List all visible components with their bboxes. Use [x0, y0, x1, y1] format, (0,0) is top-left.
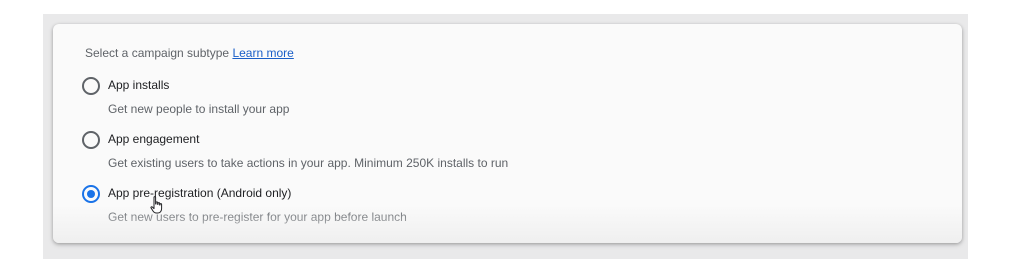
subtype-heading-text: Select a campaign subtype	[85, 46, 230, 60]
app-pre-registration-description: Get new users to pre-register for your a…	[108, 210, 407, 224]
app-pre-registration-radio[interactable]	[82, 185, 100, 203]
campaign-subtype-card: Select a campaign subtype Learn more App…	[53, 24, 962, 243]
option-app-engagement[interactable]: App engagement Get existing users to tak…	[82, 131, 702, 177]
app-engagement-description: Get existing users to take actions in yo…	[108, 156, 509, 170]
app-engagement-label[interactable]: App engagement	[108, 131, 199, 147]
option-app-pre-registration[interactable]: App pre-registration (Android only) Get …	[82, 185, 702, 231]
app-installs-description: Get new people to install your app	[108, 102, 290, 116]
app-installs-radio[interactable]	[82, 77, 100, 95]
subtype-heading: Select a campaign subtype Learn more	[85, 46, 294, 60]
app-installs-label[interactable]: App installs	[108, 77, 169, 93]
option-app-installs[interactable]: App installs Get new people to install y…	[82, 77, 702, 123]
app-pre-registration-label[interactable]: App pre-registration (Android only)	[108, 185, 291, 201]
app-engagement-radio[interactable]	[82, 131, 100, 149]
learn-more-link[interactable]: Learn more	[232, 46, 293, 60]
